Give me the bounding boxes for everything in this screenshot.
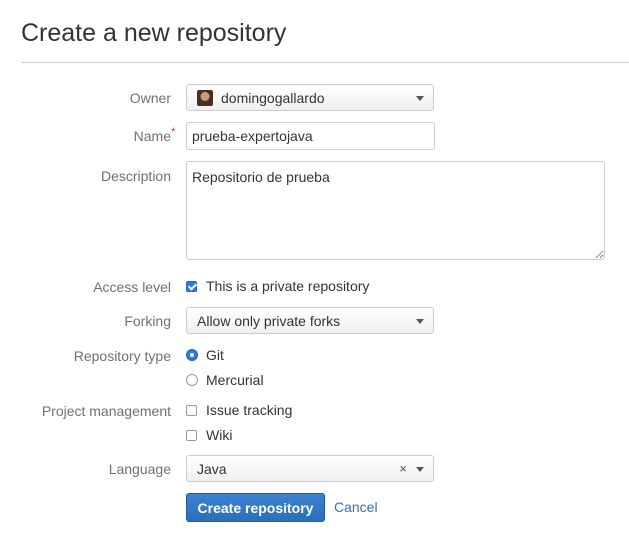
issue-tracking-option[interactable]: Issue tracking: [186, 402, 292, 418]
private-repo-option[interactable]: This is a private repository: [186, 278, 369, 294]
forking-value: Allow only private forks: [197, 312, 341, 329]
repo-type-git-option[interactable]: Git: [186, 347, 224, 363]
owner-value: domingogallardo: [221, 89, 325, 106]
git-label: Git: [206, 347, 224, 363]
name-input[interactable]: [186, 122, 435, 150]
language-label: Language: [108, 461, 171, 477]
mercurial-label: Mercurial: [206, 372, 264, 388]
mercurial-radio[interactable]: [186, 374, 198, 386]
description-label: Description: [100, 168, 171, 184]
create-repository-button[interactable]: Create repository: [186, 493, 325, 522]
forking-select[interactable]: Allow only private forks: [186, 307, 434, 334]
repo-type-label: Repository type: [73, 348, 171, 364]
wiki-option[interactable]: Wiki: [186, 427, 232, 443]
clear-icon[interactable]: ×: [399, 461, 407, 476]
git-radio[interactable]: [186, 349, 198, 361]
project-management-label: Project management: [41, 403, 171, 419]
chevron-down-icon: [416, 96, 424, 101]
language-value: Java: [197, 460, 227, 477]
private-repo-label: This is a private repository: [206, 278, 370, 294]
wiki-checkbox[interactable]: [186, 429, 197, 441]
title-divider: [21, 62, 629, 63]
wiki-label: Wiki: [206, 427, 233, 443]
owner-label: Owner: [129, 90, 171, 106]
issue-tracking-checkbox[interactable]: [186, 404, 197, 416]
chevron-down-icon: [416, 319, 424, 324]
avatar: [197, 89, 213, 106]
owner-select[interactable]: domingogallardo: [186, 84, 434, 111]
issue-tracking-label: Issue tracking: [206, 402, 293, 418]
language-select[interactable]: Java ×: [186, 455, 434, 482]
private-repo-checkbox[interactable]: [186, 280, 197, 292]
name-label: Name: [133, 128, 171, 144]
description-textarea[interactable]: Repositorio de prueba: [186, 161, 605, 260]
access-level-label: Access level: [93, 279, 171, 295]
chevron-down-icon: [416, 467, 424, 472]
required-marker: *: [171, 125, 176, 139]
repo-type-mercurial-option[interactable]: Mercurial: [186, 372, 264, 388]
cancel-link[interactable]: Cancel: [334, 499, 378, 515]
page-title: Create a new repository: [21, 19, 287, 47]
forking-label: Forking: [124, 313, 171, 329]
